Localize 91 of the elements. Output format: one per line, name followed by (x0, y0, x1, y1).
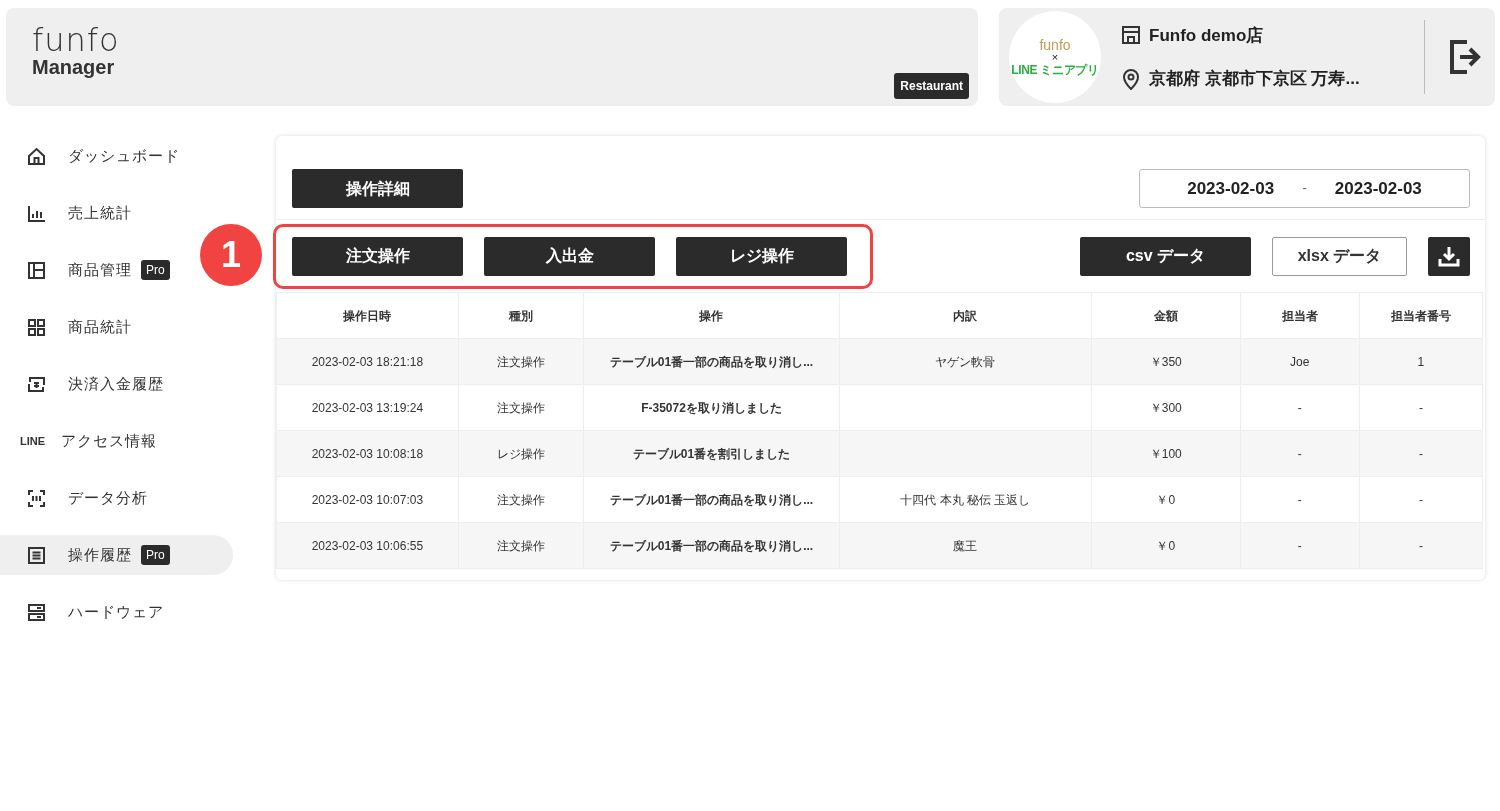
sidebar-item[interactable]: 決済入金履歴 (0, 364, 176, 404)
sidebar-item[interactable]: ハードウェア (0, 592, 176, 632)
table-cell-text: 2023-02-03 18:21:18 (311, 354, 424, 369)
home-icon (26, 145, 47, 167)
sidebar-label: 商品管理 (68, 259, 132, 280)
table-cell-text: Joe (1290, 354, 1310, 369)
table-cell-text: - (1418, 400, 1423, 415)
column-header: 担当者番号 (1359, 292, 1483, 339)
sidebar-label: 売上統計 (68, 202, 132, 223)
store-icon (1121, 25, 1141, 46)
table-cell-text: テーブル01番を割引しました (632, 446, 791, 461)
table-cell-text: - (1297, 446, 1302, 461)
table-cell-text: - (1297, 400, 1302, 415)
column-header: 種別 (458, 292, 584, 339)
table-cell-text: - (1297, 538, 1302, 553)
table-cell-text: 注文操作 (496, 492, 545, 507)
table-cell-text: テーブル01番一部の商品を取り消し... (609, 492, 814, 507)
table-cell-text: - (1418, 446, 1423, 461)
server-icon (26, 601, 47, 623)
table-cell-text: テーブル01番一部の商品を取り消し... (609, 538, 814, 553)
table-cell-text: - (1418, 492, 1423, 507)
pro-badge: Pro (141, 545, 170, 565)
table-cell-text: 魔王 (953, 538, 978, 553)
sidebar-label: アクセス情報 (61, 430, 158, 451)
sidebar-item[interactable]: データ分析 (0, 478, 160, 518)
date-range-field[interactable]: 2023-02-03 - 2023-02-03 (1139, 169, 1470, 208)
column-header: 操作日時 (276, 292, 459, 339)
date-text: - (1302, 179, 1307, 198)
location-pin-icon (1121, 67, 1141, 90)
table-cell-text: ￥300 (1149, 400, 1182, 415)
table-cell-text: 注文操作 (496, 538, 545, 553)
title-button[interactable]: 操作詳細 (292, 169, 463, 208)
date-text: 2023-02-03 (1334, 177, 1422, 200)
annotation-number: 1 (200, 223, 262, 286)
table-cell-text: - (1418, 538, 1423, 553)
table-cell-text: テーブル01番一部の商品を取り消し... (609, 354, 814, 369)
table-cell-text: 2023-02-03 13:19:24 (311, 400, 424, 415)
xlsx-export-button[interactable]: xlsx データ (1272, 236, 1407, 276)
date-text: 2023-02-03 (1187, 177, 1275, 200)
table-cell-text: 1 (1417, 354, 1425, 369)
column-header: 操作 (583, 292, 840, 339)
table-cell-text: ヤゲン軟骨 (935, 354, 996, 369)
table-cell-text: 注文操作 (496, 400, 545, 415)
table-cell-text: F-35072を取り消しました (641, 400, 782, 415)
sidebar-item[interactable]: ダッシュボード (0, 136, 192, 176)
filter-button[interactable]: レジ操作 (676, 236, 847, 276)
store-name: Funfo demo店 (1149, 24, 1264, 47)
scan-icon (26, 487, 47, 509)
sidebar-item[interactable]: 商品管理 Pro (0, 250, 182, 290)
csv-export-button[interactable]: csv データ (1080, 236, 1251, 276)
table-cell-text: 注文操作 (496, 354, 545, 369)
filter-button[interactable]: 入出金 (484, 236, 655, 276)
sidebar-label: 操作履歴 (68, 544, 132, 565)
category-badge: Restaurant (894, 73, 969, 99)
download-button[interactable] (1428, 236, 1470, 276)
sidebar-item[interactable]: 売上統計 (0, 193, 144, 233)
sidebar-label: データ分析 (68, 487, 148, 508)
logo-text: LINE ミニアプリ (1011, 63, 1099, 77)
pro-badge: Pro (141, 260, 170, 280)
logo-text: × (1051, 52, 1059, 64)
column-header: 担当者 (1240, 292, 1360, 339)
sidebar-item[interactable]: 商品統計 (0, 307, 144, 347)
logo-text: funfo (32, 24, 121, 56)
line-logo-text: LINE (20, 433, 46, 449)
sidebar-label: 商品統計 (68, 316, 132, 337)
table-cell-text: 2023-02-03 10:06:55 (311, 538, 424, 553)
column-header: 内訳 (839, 292, 1092, 339)
table-cell-text: 十四代 本丸 秘伝 玉返し (900, 492, 1031, 507)
sidebar-label: 決済入金履歴 (68, 373, 164, 394)
table-cell-text: 2023-02-03 10:07:03 (311, 492, 424, 507)
table-cell-text: ￥0 (1156, 538, 1176, 553)
app-name: Manager (32, 56, 116, 78)
sidebar-label: ダッシュボード (68, 145, 180, 166)
table-cell-text: ￥350 (1149, 354, 1182, 369)
list-icon (26, 544, 47, 566)
table-cell-text: レジ操作 (496, 446, 545, 461)
table-cell-text: - (1297, 492, 1302, 507)
grid-icon (26, 316, 47, 338)
download-icon (1438, 245, 1460, 267)
table-cell-text: ￥0 (1156, 492, 1176, 507)
sidebar-item[interactable]: 操作履歴 Pro (0, 535, 233, 575)
logo-text: funfo (1039, 37, 1071, 53)
table-cell-text: 2023-02-03 10:08:18 (311, 446, 424, 461)
layout-icon (26, 259, 47, 281)
column-header: 金額 (1091, 292, 1241, 339)
sidebar-item[interactable]: LINE アクセス情報 (0, 421, 170, 461)
store-address: 京都府 京都市下京区 万寿... (1149, 68, 1360, 90)
filter-button[interactable]: 注文操作 (292, 236, 463, 276)
sidebar-label: ハードウェア (68, 601, 164, 622)
table-cell-text: ￥100 (1149, 446, 1182, 461)
logout-icon[interactable] (1449, 39, 1481, 75)
